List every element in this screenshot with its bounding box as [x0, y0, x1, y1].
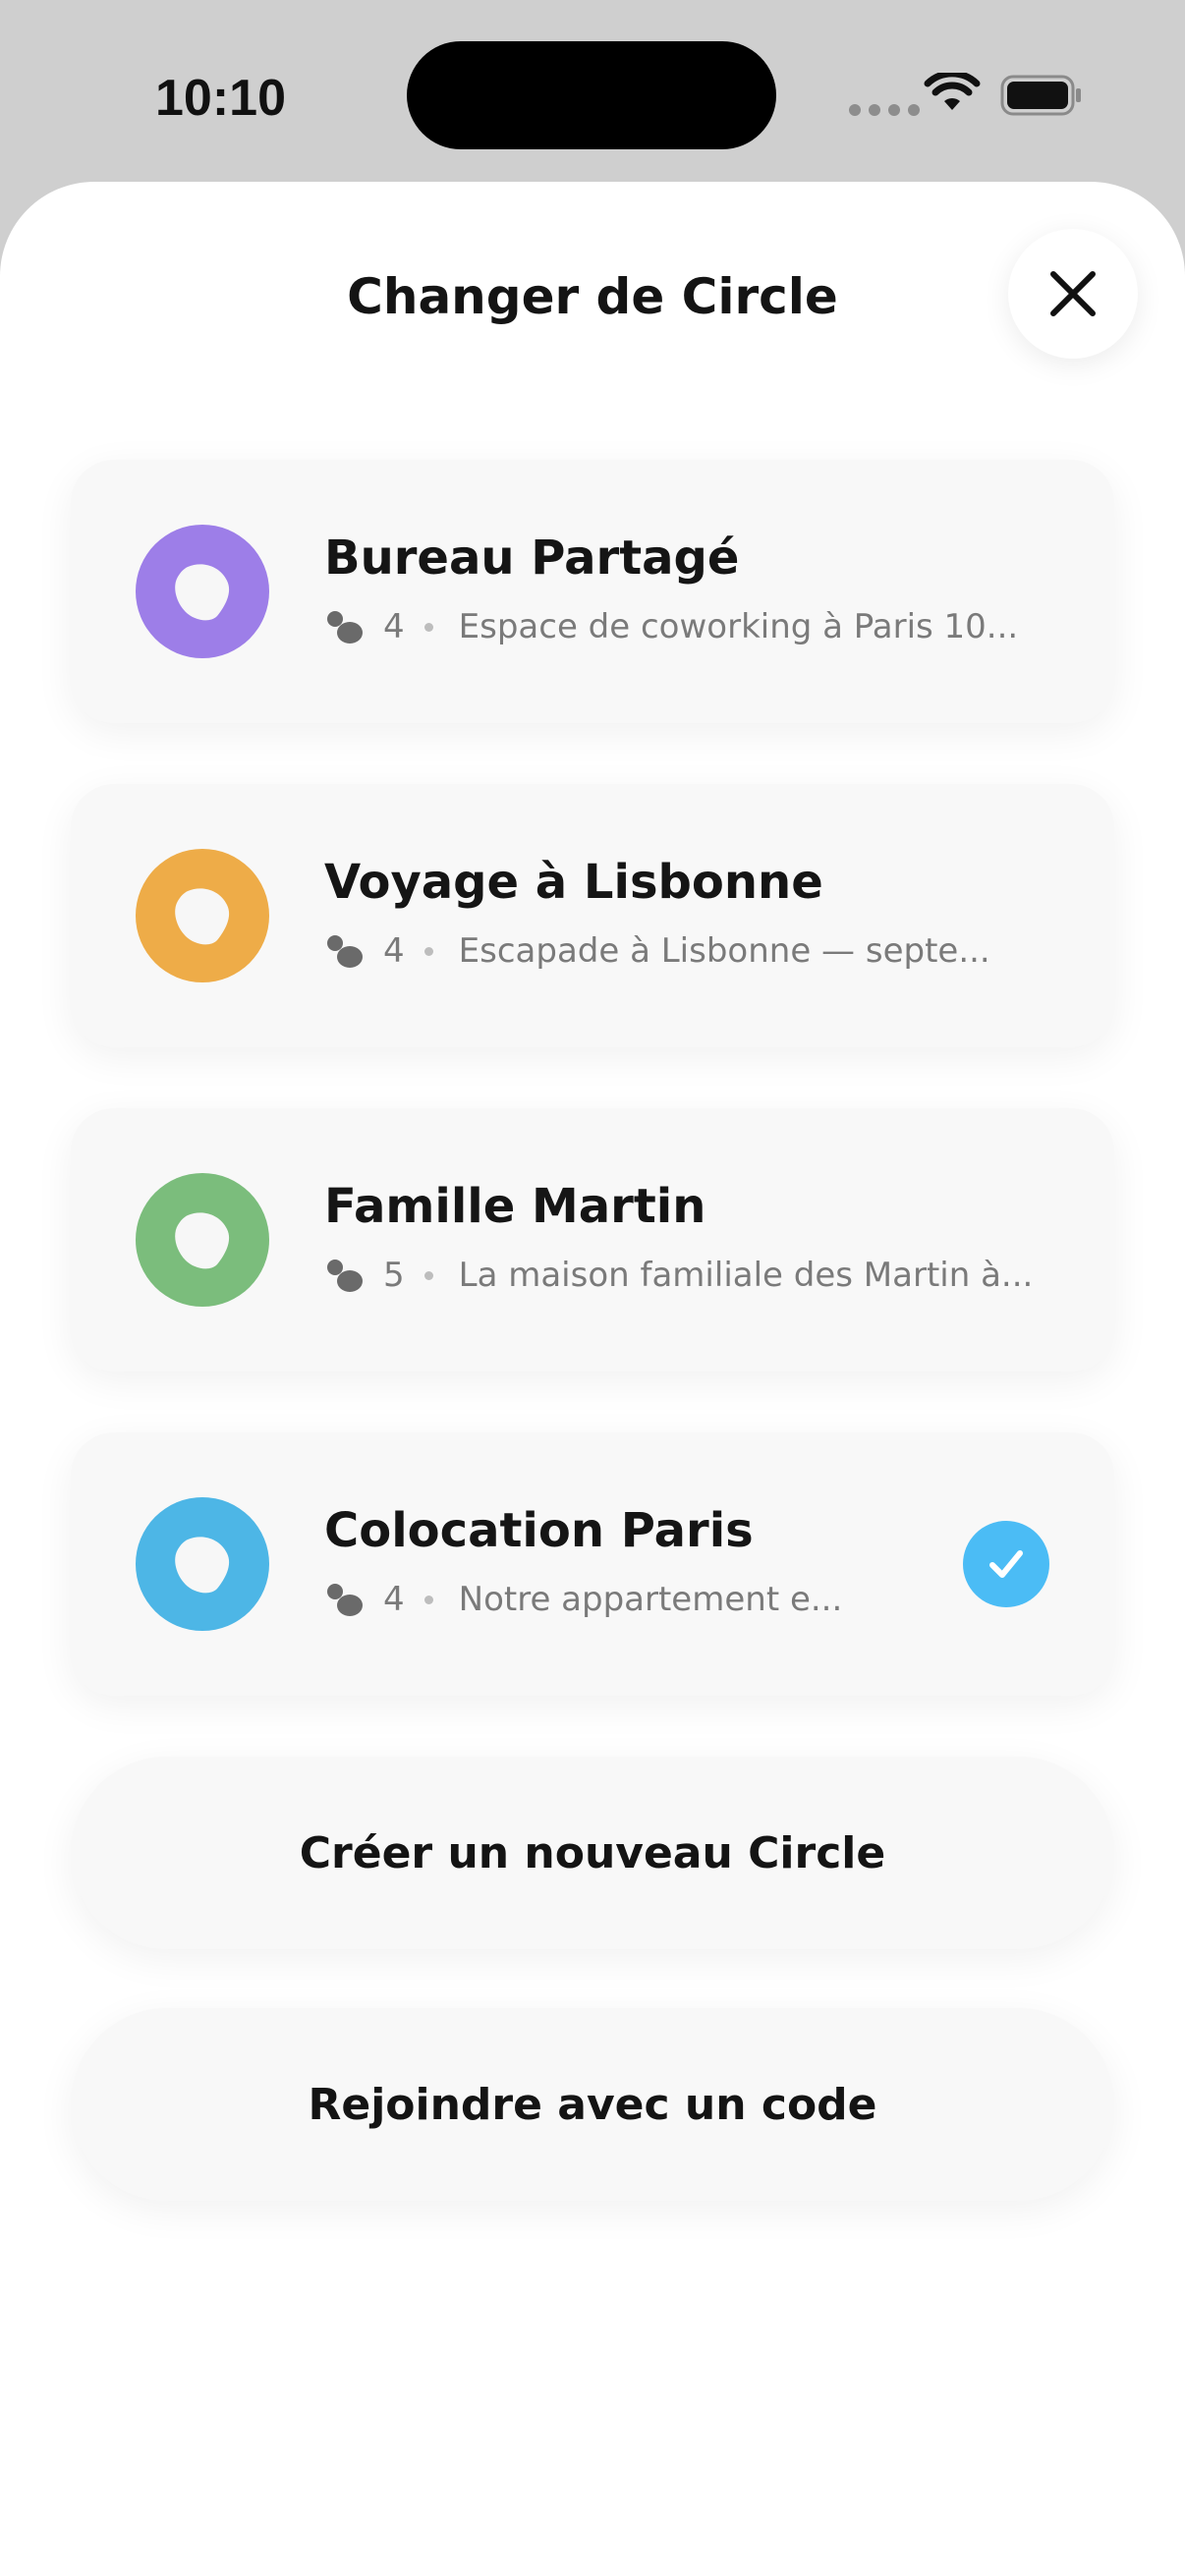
- circle-card-famille-martin[interactable]: Famille Martin 5 La maison familiale des…: [71, 1108, 1114, 1372]
- join-with-code-button[interactable]: Rejoindre avec un code: [71, 2008, 1114, 2201]
- circle-avatar: [136, 525, 269, 658]
- circle-description: Espace de coworking à Paris 10...: [458, 607, 1019, 646]
- separator-dot: [423, 622, 433, 632]
- circle-meta: 4 Espace de coworking à Paris 10...: [324, 605, 1018, 648]
- members-icon: [327, 1260, 363, 1292]
- close-icon: [1050, 271, 1096, 316]
- circle-name: Voyage à Lisbonne: [324, 855, 823, 910]
- wifi-icon: [924, 73, 981, 110]
- separator-dot: [423, 1595, 433, 1604]
- circle-blob-icon: [175, 1212, 230, 1269]
- circle-meta: 5 La maison familiale des Martin à...: [324, 1254, 1033, 1297]
- circle-switcher-sheet: Changer de Circle Bureau Partagé 4 Espac…: [0, 182, 1185, 2576]
- cellular-signal-icon: [849, 104, 920, 116]
- members-icon: [327, 611, 363, 644]
- circle-avatar: [136, 1497, 269, 1631]
- members-icon: [327, 1584, 363, 1616]
- circle-card-voyage-lisbonne[interactable]: Voyage à Lisbonne 4 Escapade à Lisbonne …: [71, 784, 1114, 1047]
- circle-card-colocation-paris[interactable]: Colocation Paris 4 Notre appartement e..…: [71, 1432, 1114, 1696]
- circle-blob-icon: [175, 1537, 230, 1594]
- circle-name: Famille Martin: [324, 1179, 706, 1234]
- selected-check-badge: [963, 1521, 1049, 1607]
- member-count: 4: [383, 931, 405, 971]
- member-count: 4: [383, 1580, 405, 1619]
- battery-icon: [1000, 75, 1081, 116]
- circle-blob-icon: [175, 888, 230, 945]
- circle-name: Bureau Partagé: [324, 531, 740, 586]
- circle-meta: 4 Escapade à Lisbonne — septe...: [324, 929, 990, 973]
- status-bar: 10:10: [0, 0, 1185, 187]
- separator-dot: [423, 946, 433, 956]
- circle-name: Colocation Paris: [324, 1503, 754, 1558]
- circle-avatar: [136, 1173, 269, 1307]
- circle-avatar: [136, 849, 269, 982]
- circle-card-bureau-partage[interactable]: Bureau Partagé 4 Espace de coworking à P…: [71, 460, 1114, 723]
- create-circle-button[interactable]: Créer un nouveau Circle: [71, 1757, 1114, 1949]
- circle-description: Escapade à Lisbonne — septe...: [458, 931, 990, 971]
- members-icon: [327, 935, 363, 968]
- circle-description: La maison familiale des Martin à...: [458, 1256, 1034, 1295]
- member-count: 5: [383, 1256, 405, 1295]
- circle-blob-icon: [175, 564, 230, 621]
- close-button[interactable]: [1008, 229, 1138, 359]
- checkmark-icon: [989, 1550, 1023, 1578]
- circle-meta: 4 Notre appartement e...: [324, 1578, 842, 1621]
- dynamic-island: [407, 41, 776, 149]
- member-count: 4: [383, 607, 405, 646]
- separator-dot: [423, 1270, 433, 1280]
- status-time: 10:10: [155, 70, 286, 127]
- circle-description: Notre appartement e...: [458, 1580, 843, 1619]
